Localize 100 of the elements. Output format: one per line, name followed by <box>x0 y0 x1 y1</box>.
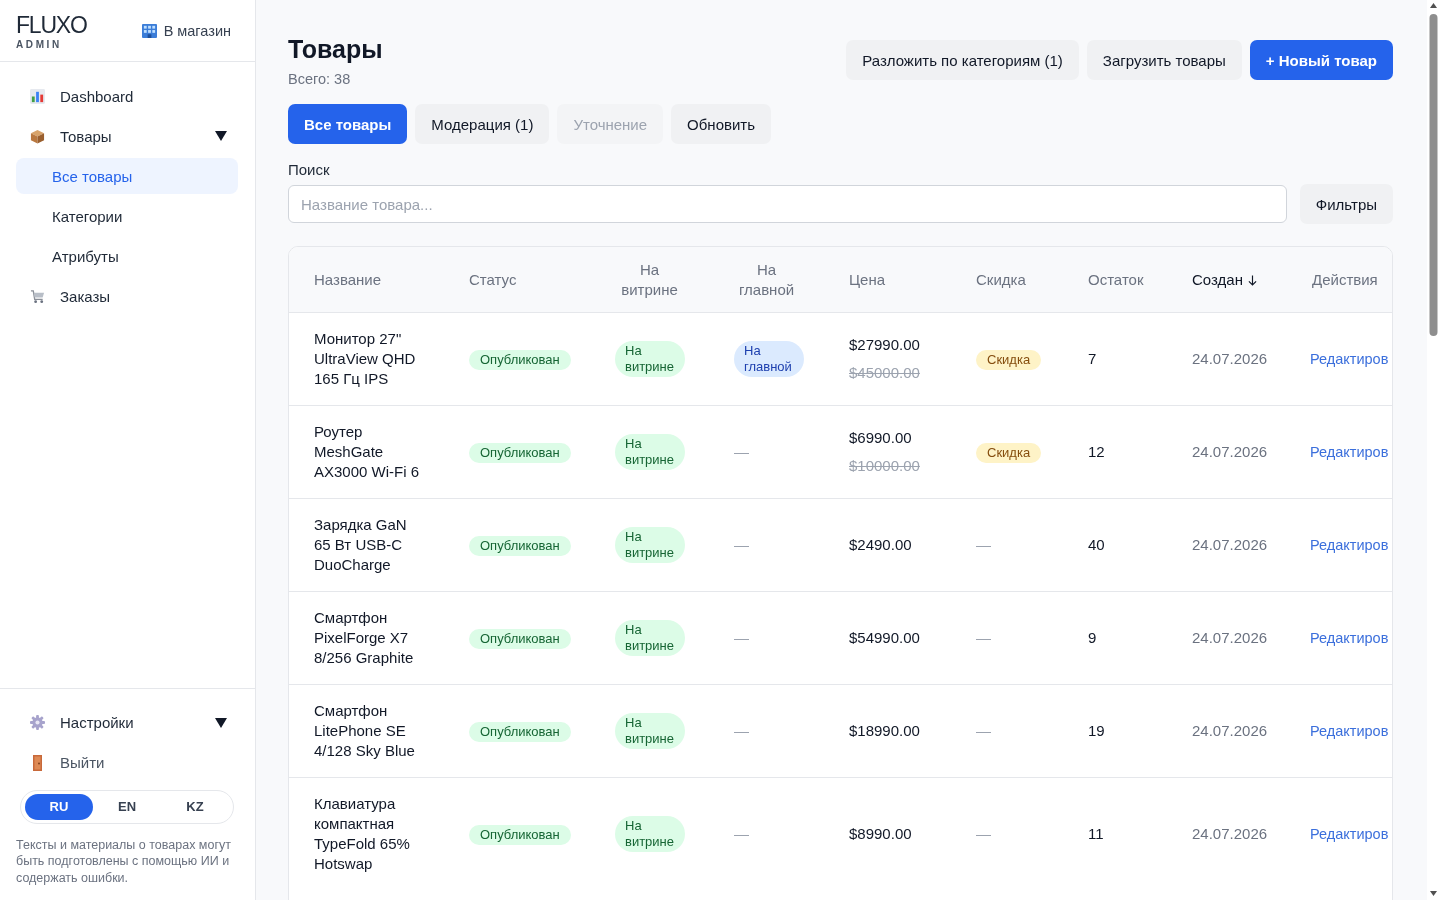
language-option[interactable]: RU <box>25 793 93 820</box>
caret-icon <box>215 717 227 728</box>
logo-subtitle: ADMIN <box>16 39 62 51</box>
empty-value: — <box>976 536 991 553</box>
column-header: Скидка <box>976 270 1026 288</box>
store-link[interactable]: В магазин <box>141 22 231 39</box>
action-button[interactable]: Разложить по категориям (1) <box>846 40 1079 80</box>
action-button[interactable]: Загрузить товары <box>1086 40 1242 80</box>
action-button[interactable]: + Новый товар <box>1249 40 1393 80</box>
stock-count: 12 <box>1088 442 1105 462</box>
status-badge: Опубликован <box>469 628 571 649</box>
column-header: Остаток <box>1088 270 1144 288</box>
stock-count: 40 <box>1088 535 1105 555</box>
product-name: Зарядка GaN 65 Вт USB-C DuoCharge <box>314 515 408 575</box>
total-count: Всего: 38 <box>288 70 352 88</box>
filters-button[interactable]: Фильтры <box>1299 184 1393 224</box>
showcase-badge: На витрине <box>615 816 685 852</box>
product-name: Смартфон LitePhone SE 4/128 Sky Blue <box>314 701 416 761</box>
nav-subitem[interactable]: Атрибуты <box>16 238 238 274</box>
search-field[interactable]: Название товара... <box>288 185 1287 223</box>
edit-link[interactable]: Редактиров <box>1310 537 1389 553</box>
homepage-badge: На главной <box>734 341 804 377</box>
tab[interactable]: Все товары <box>288 104 408 144</box>
edit-link[interactable]: Редактиров <box>1310 723 1389 739</box>
price: $27990.00 <box>849 335 921 355</box>
status-badge: Опубликован <box>469 824 571 845</box>
product-name: Монитор 27" UltraView QHD 165 Гц IPS <box>314 329 417 389</box>
empty-value: — <box>734 443 749 460</box>
showcase-badge: На витрине <box>615 713 685 749</box>
refresh-button[interactable]: Обновить <box>671 104 772 144</box>
created-date: 24.07.2026 <box>1192 442 1268 462</box>
product-name: Смартфон PixelForge X7 8/256 Graphite <box>314 608 415 668</box>
showcase-badge: На витрине <box>615 620 685 656</box>
stock-count: 9 <box>1088 628 1097 648</box>
product-name: Клавиатура компактная TypeFold 65% Hotswap <box>314 794 411 874</box>
caret-icon <box>215 131 227 141</box>
language-option[interactable]: EN <box>93 793 161 820</box>
stock-count: 19 <box>1088 721 1105 741</box>
edit-link[interactable]: Редактиров <box>1310 351 1389 367</box>
old-price: $45000.00 <box>849 363 921 383</box>
bar-chart-icon <box>30 88 45 104</box>
column-header: Цена <box>849 270 886 288</box>
price: $8990.00 <box>849 824 913 844</box>
price: $2490.00 <box>849 535 913 555</box>
nav-subitem[interactable]: Все товары <box>16 158 238 194</box>
status-badge: Опубликован <box>469 442 571 463</box>
sort-arrow-icon <box>1247 274 1257 286</box>
column-header: На главной <box>738 260 795 298</box>
showcase-badge: На витрине <box>615 527 685 563</box>
discount-badge: Скидка <box>976 442 1042 463</box>
language-option[interactable]: KZ <box>161 793 229 820</box>
status-badge: Опубликован <box>469 535 571 556</box>
price: $18990.00 <box>849 721 921 741</box>
column-header[interactable]: Создан <box>1192 270 1243 288</box>
created-date: 24.07.2026 <box>1192 628 1268 648</box>
created-date: 24.07.2026 <box>1192 824 1268 844</box>
empty-value: — <box>976 722 991 739</box>
empty-value: — <box>976 629 991 646</box>
created-date: 24.07.2026 <box>1192 349 1268 369</box>
showcase-badge: На витрине <box>615 341 685 377</box>
showcase-badge: На витрине <box>615 434 685 470</box>
cart-icon <box>30 288 45 304</box>
empty-value: — <box>734 825 749 842</box>
nav-item[interactable]: Заказы <box>16 276 238 316</box>
edit-link[interactable]: Редактиров <box>1310 826 1389 842</box>
empty-value: — <box>976 825 991 842</box>
stock-count: 7 <box>1088 349 1097 369</box>
nav-item[interactable]: Товары <box>16 116 238 156</box>
edit-link[interactable]: Редактиров <box>1310 630 1389 646</box>
column-header: Статус <box>469 270 517 288</box>
empty-value: — <box>734 629 749 646</box>
box-icon <box>30 128 45 144</box>
column-header: Название <box>314 270 382 288</box>
column-header: Действия <box>1312 270 1378 288</box>
empty-value: — <box>734 536 749 553</box>
price: $6990.00 <box>849 428 913 448</box>
discount-badge: Скидка <box>976 349 1042 370</box>
empty-value: — <box>734 722 749 739</box>
building-icon <box>141 23 157 38</box>
stock-count: 11 <box>1088 824 1104 844</box>
status-badge: Опубликован <box>469 349 571 370</box>
nav-subitem[interactable]: Категории <box>16 198 238 234</box>
logo-wordmark: FLUXO <box>16 14 87 36</box>
nav-item[interactable]: Dashboard <box>16 76 238 116</box>
column-header: На витрине <box>621 260 678 298</box>
created-date: 24.07.2026 <box>1192 535 1268 555</box>
nav-item[interactable]: Настройки <box>16 702 238 743</box>
price: $54990.00 <box>849 628 921 648</box>
edit-link[interactable]: Редактиров <box>1310 444 1389 460</box>
created-date: 24.07.2026 <box>1192 721 1268 741</box>
product-name: Роутер MeshGate AX3000 Wi-Fi 6 <box>314 422 421 482</box>
disclaimer-text: Тексты и материалы о товарах могут быть подготовлены с помощью ИИ и содержать ошибки. <box>16 836 232 886</box>
page-title: Товары <box>288 34 383 64</box>
tab[interactable]: Модерация (1) <box>415 104 550 144</box>
status-badge: Опубликован <box>469 721 571 742</box>
scrollbar[interactable] <box>1427 0 1440 900</box>
door-icon <box>33 754 42 771</box>
search-label: Поиск <box>288 162 330 178</box>
nav-item[interactable]: Выйти <box>16 742 238 783</box>
old-price: $10000.00 <box>849 456 921 476</box>
